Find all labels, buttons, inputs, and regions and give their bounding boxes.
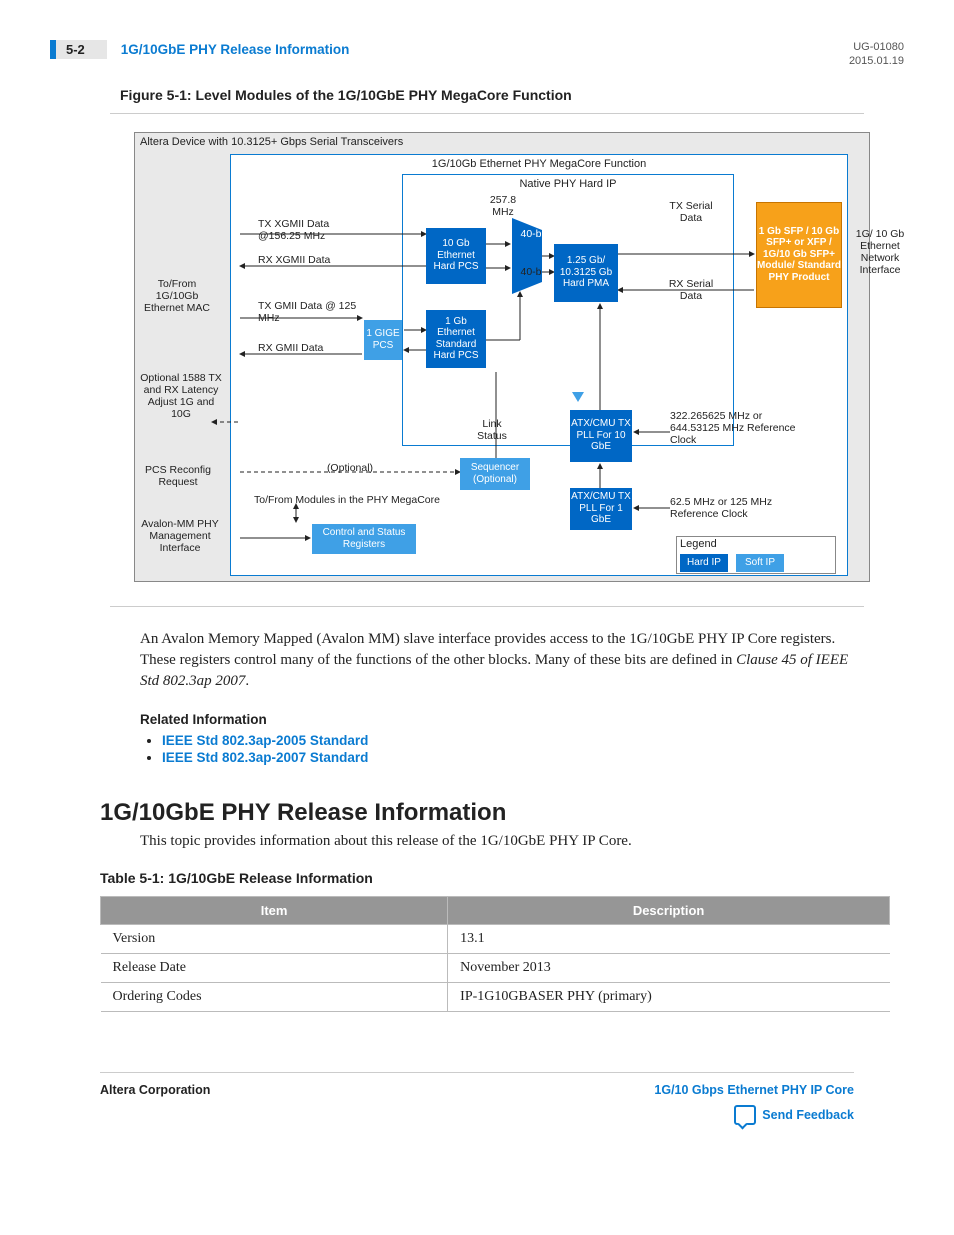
block-1g-hard-pcs: 1 Gb Ethernet Standard Hard PCS [426, 310, 486, 368]
table-row: Ordering CodesIP-1G10GBASER PHY (primary… [101, 982, 890, 1011]
page-number: 5-2 [50, 40, 107, 59]
link-ieee-2007[interactable]: IEEE Std 802.3ap-2007 Standard [162, 750, 368, 765]
label-tx-xgmii: TX XGMII Data @156.25 MHz [258, 218, 358, 242]
label-1588: Optional 1588 TX and RX Latency Adjust 1… [138, 372, 224, 420]
label-ref-10g: 322.265625 MHz or 644.53125 MHz Referenc… [670, 410, 800, 446]
label-net-iface: 1G/ 10 Gb Ethernet Network Interface [850, 228, 910, 276]
doc-date: 2015.01.19 [849, 54, 904, 68]
related-links: IEEE Std 802.3ap-2005 Standard IEEE Std … [140, 733, 904, 765]
label-tx-serial: TX Serial Data [666, 200, 716, 224]
label-to-from-mac: To/From 1G/10Gb Ethernet MAC [138, 278, 216, 314]
page-header: 5-2 1G/10GbE PHY Release Information UG-… [50, 40, 904, 69]
running-title: 1G/10GbE PHY Release Information [121, 42, 350, 57]
label-link-status: Link Status [470, 418, 514, 442]
block-10g-hard-pcs: 10 Gb Ethernet Hard PCS [426, 228, 486, 284]
section-intro: This topic provides information about th… [140, 833, 854, 850]
link-ieee-2005[interactable]: IEEE Std 802.3ap-2005 Standard [162, 733, 368, 748]
megacore-title: 1G/10Gb Ethernet PHY MegaCore Function [230, 158, 848, 171]
label-ref-1g: 62.5 MHz or 125 MHz Reference Clock [670, 496, 800, 520]
th-item: Item [101, 896, 448, 924]
label-257mhz: 257.8 MHz [478, 194, 528, 218]
label-rx-gmii: RX GMII Data [258, 342, 358, 354]
label-optional: (Optional) [320, 462, 380, 474]
block-atx-10g: ATX/CMU TX PLL For 10 GbE [570, 410, 632, 462]
block-hard-pma: 1.25 Gb/ 10.3125 Gb Hard PMA [554, 244, 618, 302]
feedback-label: Send Feedback [762, 1108, 854, 1122]
release-table: Item Description Version13.1Release Date… [100, 896, 890, 1012]
label-rx-xgmii: RX XGMII Data [258, 254, 358, 266]
block-csr: Control and Status Registers [312, 524, 416, 554]
footer-doc-title[interactable]: 1G/10 Gbps Ethernet PHY IP Core [654, 1083, 854, 1097]
outer-box-title: Altera Device with 10.3125+ Gbps Serial … [140, 136, 403, 149]
doc-id: UG-01080 [849, 40, 904, 54]
block-diagram: Altera Device with 10.3125+ Gbps Serial … [110, 132, 890, 582]
th-description: Description [448, 896, 890, 924]
figure-caption: Figure 5-1: Level Modules of the 1G/10Gb… [120, 87, 904, 103]
related-heading: Related Information [140, 712, 904, 727]
label-rx-serial: RX Serial Data [666, 278, 716, 302]
legend-soft-ip: Soft IP [736, 554, 784, 572]
feedback-icon [734, 1105, 756, 1125]
native-title: Native PHY Hard IP [402, 178, 734, 191]
label-tx-gmii: TX GMII Data @ 125 MHz [258, 300, 358, 324]
label-40b-bot: 40-b [516, 266, 546, 278]
send-feedback-link[interactable]: Send Feedback [734, 1105, 854, 1125]
block-sfp: 1 Gb SFP / 10 Gb SFP+ or XFP / 1G/10 Gb … [756, 202, 842, 308]
legend-title: Legend [680, 538, 717, 551]
block-gige-pcs: 1 GIGE PCS [364, 320, 402, 360]
label-pcs-reconfig: PCS Reconfig Request [138, 464, 218, 488]
block-sequencer: Sequencer (Optional) [460, 458, 530, 490]
table-caption: Table 5-1: 1G/10GbE Release Information [100, 870, 904, 886]
section-heading: 1G/10GbE PHY Release Information [100, 799, 904, 827]
table-row: Release DateNovember 2013 [101, 953, 890, 982]
label-to-from-modules: To/From Modules in the PHY MegaCore [254, 494, 454, 506]
label-40b-top: 40-b [516, 228, 546, 240]
block-atx-1g: ATX/CMU TX PLL For 1 GbE [570, 488, 632, 530]
body-paragraph: An Avalon Memory Mapped (Avalon MM) slav… [140, 629, 854, 692]
table-row: Version13.1 [101, 924, 890, 953]
footer-corp: Altera Corporation [100, 1083, 210, 1097]
label-avalon-mm: Avalon-MM PHY Management Interface [134, 518, 226, 554]
legend-hard-ip: Hard IP [680, 554, 728, 572]
